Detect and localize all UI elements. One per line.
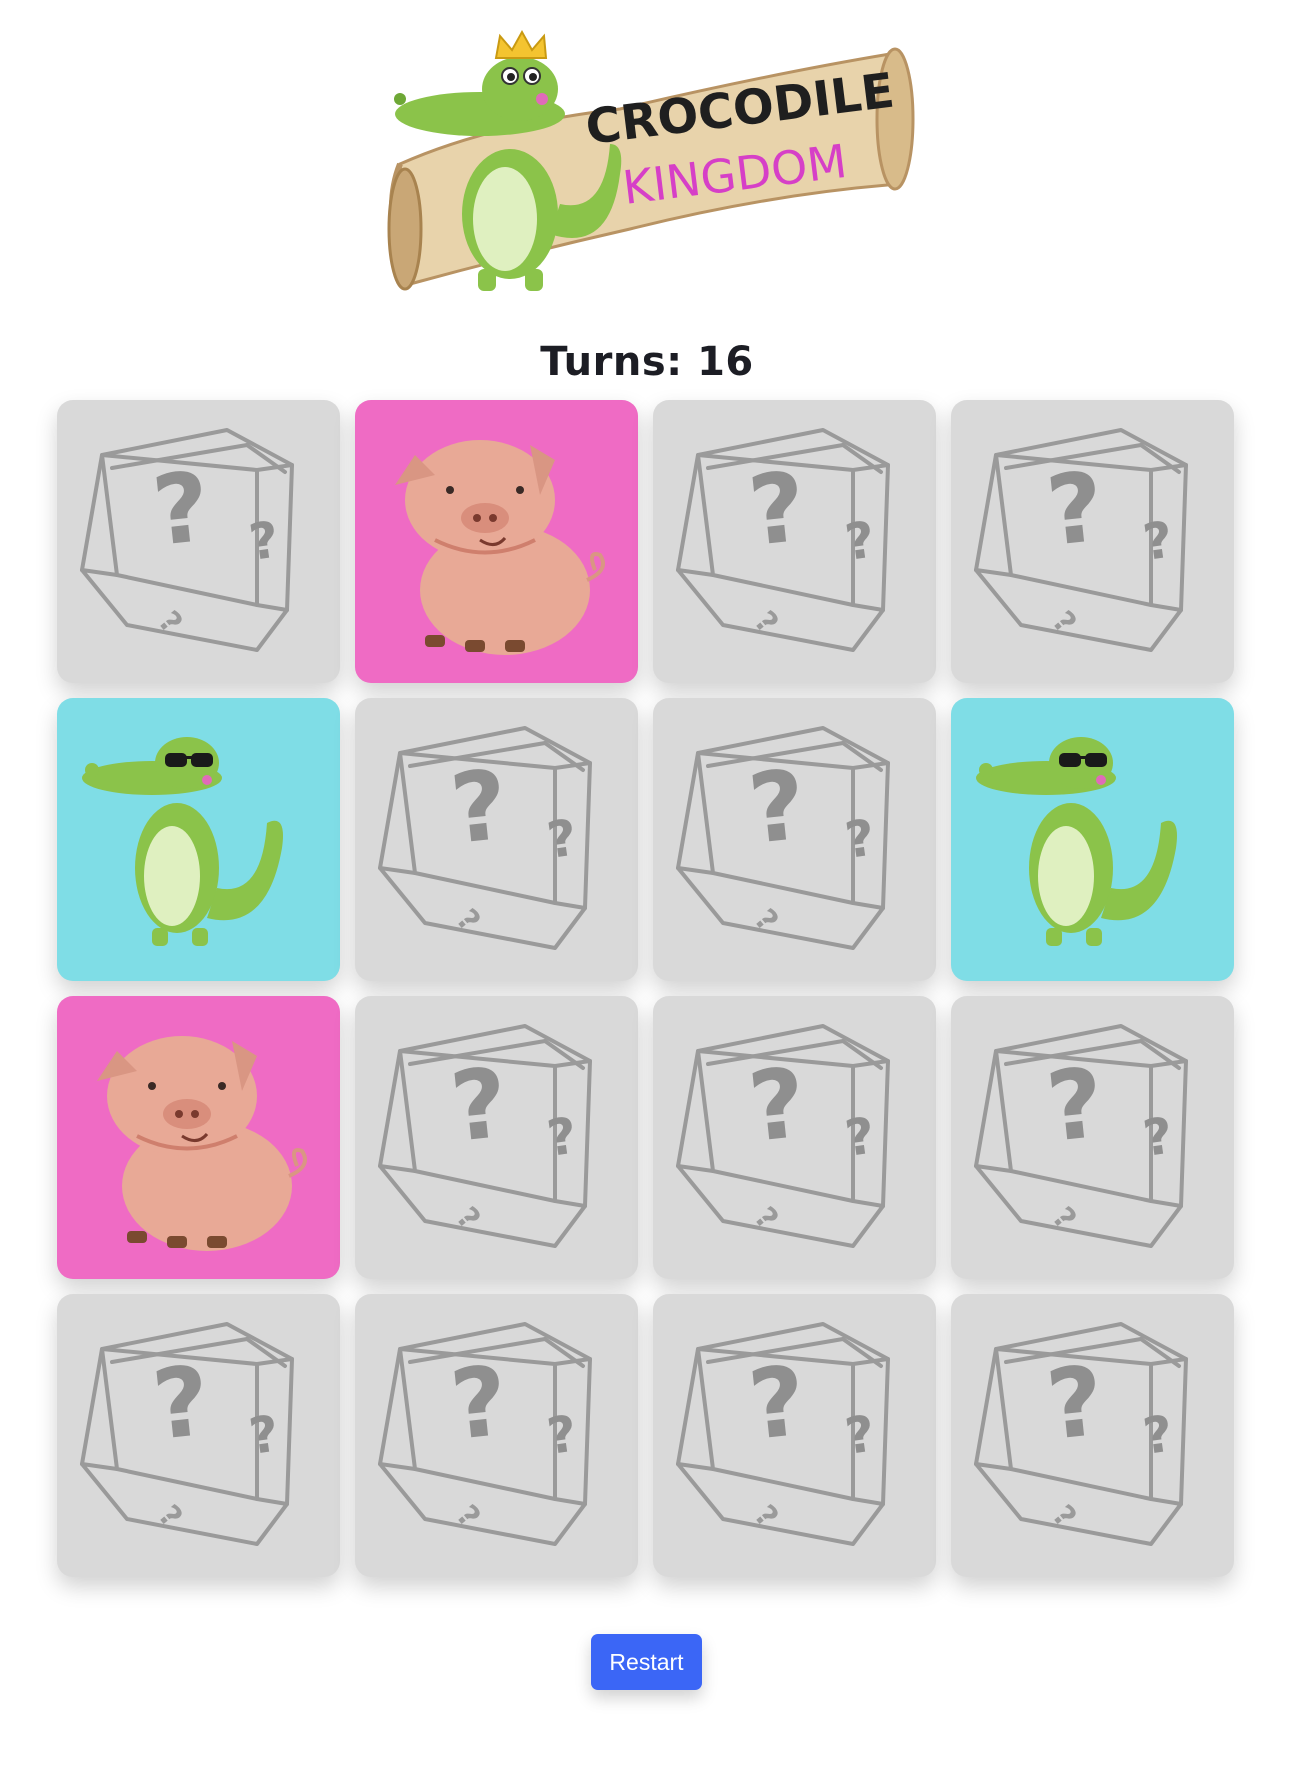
question-cube-icon: ? ? ?: [676, 726, 890, 950]
card-hidden[interactable]: ? ? ?: [653, 400, 936, 683]
svg-text:?: ?: [544, 808, 581, 869]
question-cube-icon: ? ? ?: [378, 1024, 592, 1248]
crocodile-sunglasses-icon: [82, 737, 283, 946]
card-pig[interactable]: [57, 996, 340, 1279]
card-hidden[interactable]: ? ? ?: [355, 698, 638, 981]
card-crocodile[interactable]: [57, 698, 340, 981]
card-hidden[interactable]: ? ? ?: [951, 1294, 1234, 1577]
card-hidden[interactable]: ? ? ?: [57, 400, 340, 683]
question-cube-icon: ? ? ?: [974, 428, 1188, 652]
restart-button[interactable]: Restart: [591, 1634, 702, 1690]
svg-text:?: ?: [446, 749, 513, 866]
card-hidden[interactable]: ? ? ?: [355, 996, 638, 1279]
card-crocodile[interactable]: [951, 698, 1234, 981]
question-cube-icon: ? ? ?: [80, 428, 294, 652]
svg-text:?: ?: [744, 749, 811, 866]
card-hidden[interactable]: ? ? ?: [653, 1294, 936, 1577]
card-pig[interactable]: [355, 400, 638, 683]
question-cube-icon: ? ? ?: [676, 1024, 890, 1248]
svg-text:?: ?: [744, 1345, 811, 1462]
svg-text:?: ?: [148, 451, 215, 568]
svg-text:?: ?: [1042, 451, 1109, 568]
svg-text:?: ?: [1140, 1404, 1177, 1465]
question-cube-icon: ? ? ?: [378, 726, 592, 950]
svg-text:?: ?: [1042, 1345, 1109, 1462]
svg-text:?: ?: [1140, 510, 1177, 571]
svg-text:?: ?: [246, 510, 283, 571]
svg-text:?: ?: [148, 1345, 215, 1462]
question-cube-icon: ? ? ?: [80, 1322, 294, 1546]
svg-text:?: ?: [842, 808, 879, 869]
card-hidden[interactable]: ? ? ?: [951, 400, 1234, 683]
svg-text:?: ?: [842, 1404, 879, 1465]
svg-text:?: ?: [446, 1047, 513, 1164]
card-hidden[interactable]: ? ? ?: [355, 1294, 638, 1577]
card-hidden[interactable]: ? ? ?: [653, 698, 936, 981]
question-cube-icon: ? ? ?: [974, 1024, 1188, 1248]
question-cube-icon: ? ? ?: [378, 1322, 592, 1546]
crocodile-sunglasses-icon: [976, 737, 1177, 946]
crocodile-kingdom-logo-icon: CROCODILE KINGDOM: [387, 29, 915, 291]
pig-icon: [97, 1036, 307, 1251]
svg-text:?: ?: [1140, 1106, 1177, 1167]
question-cube-icon: ? ? ?: [676, 1322, 890, 1546]
card-hidden[interactable]: ? ? ?: [951, 996, 1234, 1279]
card-grid: ? ? ? ? ? ? ? ? ? ? ? ? ? ? ? ? ? ? ? ? …: [57, 400, 1237, 1580]
svg-text:?: ?: [544, 1106, 581, 1167]
svg-text:?: ?: [1042, 1047, 1109, 1164]
svg-text:?: ?: [446, 1345, 513, 1462]
svg-text:?: ?: [246, 1404, 283, 1465]
svg-text:?: ?: [544, 1404, 581, 1465]
card-hidden[interactable]: ? ? ?: [57, 1294, 340, 1577]
turns-counter: Turns: 16: [540, 339, 754, 385]
svg-text:?: ?: [744, 1047, 811, 1164]
card-hidden[interactable]: ? ? ?: [653, 996, 936, 1279]
pig-icon: [395, 440, 605, 655]
svg-text:?: ?: [842, 1106, 879, 1167]
svg-text:?: ?: [842, 510, 879, 571]
question-cube-icon: ? ? ?: [676, 428, 890, 652]
game-logo: CROCODILE KINGDOM: [370, 14, 930, 304]
question-cube-icon: ? ? ?: [974, 1322, 1188, 1546]
svg-text:?: ?: [744, 451, 811, 568]
